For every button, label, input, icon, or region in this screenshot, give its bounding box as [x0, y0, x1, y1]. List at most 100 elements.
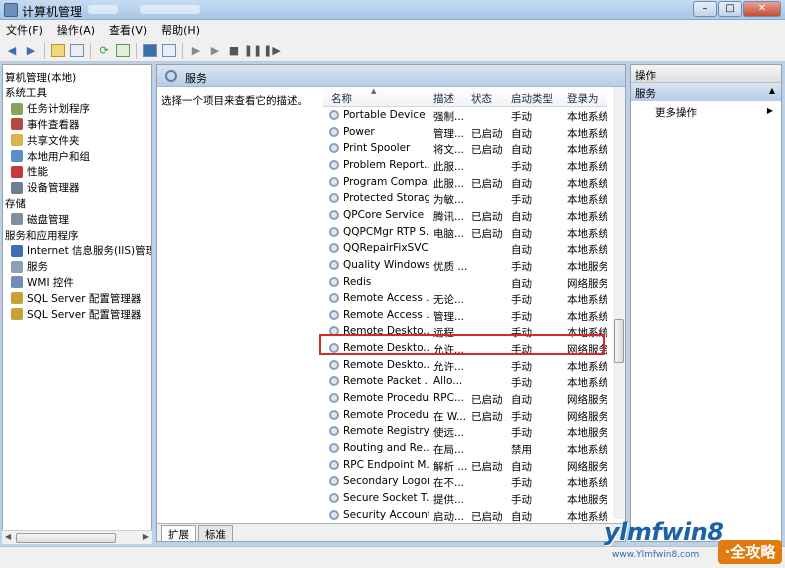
- tree-item[interactable]: 本地用户和组: [11, 148, 90, 164]
- service-desc-cell: 此服...: [433, 160, 465, 173]
- redis-highlight-box: [319, 334, 605, 355]
- menu-file[interactable]: 文件(F): [6, 22, 43, 38]
- service-row[interactable]: QPCore Service 腾讯... 已启动 自动 本地系统: [323, 207, 607, 224]
- service-row[interactable]: Security Account...启动...已启动自动本地系统: [323, 507, 607, 524]
- tree-item[interactable]: Internet 信息服务(IIS)管理器: [11, 243, 151, 259]
- service-row[interactable]: Redis 自动 网络服务: [323, 274, 607, 291]
- service-row[interactable]: Remote Access ... 无论... 手动 本地系统: [323, 290, 607, 307]
- maximize-button[interactable]: □: [718, 1, 742, 17]
- refresh-icon[interactable]: ⟳: [96, 43, 112, 59]
- column-description[interactable]: 描述: [433, 91, 454, 106]
- service-row[interactable]: Portable Device ... 强制... 手动 本地系统: [323, 107, 607, 124]
- service-row[interactable]: QQPCMgr RTP S... 电脑... 已启动 自动 本地系统: [323, 224, 607, 241]
- service-row[interactable]: Secure Socket T... 提供... 手动 本地服务: [323, 490, 607, 507]
- service-row[interactable]: Secondary Logon 在不... 手动 本地系统: [323, 473, 607, 490]
- up-folder-icon[interactable]: [50, 43, 66, 59]
- service-row[interactable]: Print Spooler 将文... 已启动 自动 本地系统: [323, 140, 607, 157]
- submenu-arrow-icon: ▶: [766, 106, 773, 115]
- minimize-button[interactable]: –: [693, 1, 717, 17]
- stop-service-icon[interactable]: ■: [226, 43, 242, 59]
- more-actions-link[interactable]: 更多操作: [655, 105, 697, 120]
- service-row[interactable]: Protected Storage 为敏... 手动 本地系统: [323, 190, 607, 207]
- start-service-icon[interactable]: ▶: [188, 43, 204, 59]
- tree-item[interactable]: 设备管理器: [11, 180, 80, 196]
- tree-item-label: 性能: [27, 166, 48, 179]
- service-gear-icon: [329, 426, 339, 437]
- start-alt-icon[interactable]: ▶: [207, 43, 223, 59]
- tree-item[interactable]: 系统工具: [5, 85, 47, 101]
- column-logon-as[interactable]: 登录为: [567, 91, 599, 106]
- toolbar-separator: [44, 42, 45, 59]
- tree-item[interactable]: SQL Server 配置管理器: [11, 290, 141, 306]
- tree-item-label: 服务和应用程序: [5, 229, 79, 242]
- tree-item[interactable]: WMI 控件: [11, 274, 74, 290]
- show-hide-tree-icon[interactable]: [69, 43, 85, 59]
- tree-item[interactable]: 存储: [5, 195, 26, 211]
- scroll-thumb[interactable]: [16, 533, 116, 543]
- scroll-right-arrow-icon[interactable]: ▶: [143, 532, 149, 541]
- properties-icon[interactable]: [161, 43, 177, 59]
- tree-item[interactable]: 性能: [11, 164, 48, 180]
- service-startup-cell: 手动: [511, 360, 532, 373]
- service-gear-icon: [329, 110, 339, 120]
- export-list-icon[interactable]: [115, 43, 131, 59]
- collapse-up-icon[interactable]: ▲: [769, 86, 775, 95]
- service-row[interactable]: Remote Packet ... Allo... 手动 本地系统: [323, 373, 607, 390]
- service-startup-cell: 手动: [511, 377, 532, 390]
- tree-item[interactable]: 服务和应用程序: [5, 227, 79, 243]
- tab-extended[interactable]: 扩展: [161, 525, 196, 541]
- tree-item[interactable]: 事件查看器: [11, 116, 80, 132]
- service-gear-icon: [329, 393, 339, 404]
- column-startup-type[interactable]: 启动类型: [511, 91, 553, 106]
- column-status[interactable]: 状态: [471, 91, 492, 106]
- service-row[interactable]: Program Compa... 此服... 已启动 自动 本地系统: [323, 174, 607, 191]
- actions-section-services[interactable]: 服务 ▲: [631, 83, 781, 101]
- window-controls: – □ ✕: [693, 1, 781, 17]
- service-row[interactable]: Quality Windows... 优质 ... 手动 本地服务: [323, 257, 607, 274]
- tree-item[interactable]: SQL Server 配置管理器: [11, 306, 141, 322]
- pause-service-icon[interactable]: ❚❚: [244, 43, 262, 59]
- services-vertical-scrollbar[interactable]: [613, 87, 625, 519]
- service-row[interactable]: Remote Deskto... 允许... 手动 本地系统: [323, 357, 607, 374]
- service-row[interactable]: Remote Registry 使远... 手动 本地服务: [323, 423, 607, 440]
- service-row[interactable]: Power 管理... 已启动 自动 本地系统: [323, 124, 607, 141]
- tree-horizontal-scrollbar[interactable]: ◀ ▶: [2, 530, 152, 544]
- back-icon[interactable]: ◀: [4, 43, 20, 59]
- restart-service-icon[interactable]: ❚▶: [263, 43, 281, 59]
- service-gear-icon: [329, 293, 339, 304]
- tree-item-label: 存储: [5, 197, 26, 210]
- menu-action[interactable]: 操作(A): [57, 22, 95, 38]
- help-icon[interactable]: [142, 43, 158, 59]
- service-gear-icon: [329, 176, 339, 187]
- menu-help[interactable]: 帮助(H): [161, 22, 200, 38]
- service-startup-cell: 自动: [511, 144, 532, 157]
- service-row[interactable]: Routing and Re... 在局... 禁用 本地系统: [323, 440, 607, 457]
- blurred-tab: [140, 5, 200, 14]
- service-desc-cell: Allo...: [433, 375, 463, 388]
- column-name[interactable]: 名称: [331, 91, 352, 106]
- service-row[interactable]: Remote Access ... 管理... 手动 本地系统: [323, 307, 607, 324]
- service-row[interactable]: RPC Endpoint M... 解析 ... 已启动 自动 网络服务: [323, 457, 607, 474]
- scroll-thumb[interactable]: [614, 319, 624, 363]
- service-gear-icon: [329, 309, 339, 320]
- service-row[interactable]: Remote Procedu... 在 W... 已启动手动 网络服务: [323, 407, 607, 424]
- service-status-cell: 已启动: [471, 177, 503, 190]
- services-header: 服务: [157, 65, 625, 87]
- tree-item[interactable]: 共享文件夹: [11, 132, 80, 148]
- menu-view[interactable]: 查看(V): [109, 22, 147, 38]
- service-row[interactable]: Remote Procedu... RPC... 已启动自动 网络服务: [323, 390, 607, 407]
- tree-item[interactable]: 任务计划程序: [11, 101, 90, 117]
- watermark-text: ylmfwin8: [604, 518, 724, 546]
- close-button[interactable]: ✕: [743, 1, 781, 17]
- service-row[interactable]: Problem Report... 此服... 手动 本地系统: [323, 157, 607, 174]
- tree-item[interactable]: 算机管理(本地): [5, 69, 76, 85]
- scroll-left-arrow-icon[interactable]: ◀: [5, 532, 11, 541]
- service-row[interactable]: QQRepairFixSVC 自动 本地系统: [323, 240, 607, 257]
- service-logon-cell: 网络服务: [567, 394, 607, 407]
- service-desc-cell: 电脑...: [433, 227, 465, 240]
- tree-item[interactable]: 磁盘管理: [11, 211, 69, 227]
- tab-standard[interactable]: 标准: [198, 525, 233, 541]
- tree-item[interactable]: 服务: [11, 259, 48, 275]
- forward-icon[interactable]: ▶: [23, 43, 39, 59]
- service-name-cell: Protected Storage: [343, 192, 429, 205]
